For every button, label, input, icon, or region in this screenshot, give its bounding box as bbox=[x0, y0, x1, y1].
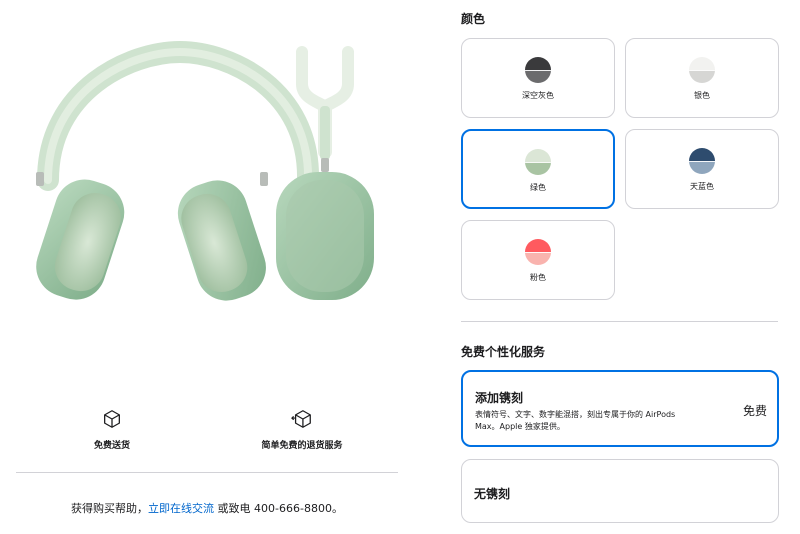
free-delivery-badge: 免费送货 bbox=[32, 408, 192, 451]
free-returns-badge: 简单免费的退货服务 bbox=[222, 408, 382, 451]
box-icon bbox=[104, 410, 120, 428]
color-swatch bbox=[525, 149, 551, 175]
color-option-space-gray[interactable]: 深空灰色 bbox=[461, 38, 615, 118]
color-option-label: 深空灰色 bbox=[522, 91, 554, 100]
color-option-label: 粉色 bbox=[530, 273, 546, 282]
color-swatch bbox=[689, 148, 715, 174]
divider bbox=[16, 472, 398, 473]
purchase-help-text: 获得购买帮助，立即在线交流 或致电 400-666-8800。 bbox=[0, 500, 414, 516]
color-option-label: 绿色 bbox=[530, 183, 546, 192]
help-suffix: 或致电 400-666-8800。 bbox=[214, 502, 343, 515]
color-option-label: 银色 bbox=[694, 91, 710, 100]
color-option-sky-blue[interactable]: 天蓝色 bbox=[625, 129, 779, 209]
divider bbox=[461, 321, 778, 322]
color-option-label: 天蓝色 bbox=[690, 182, 714, 191]
chat-online-link[interactable]: 立即在线交流 bbox=[148, 502, 214, 515]
free-delivery-label: 免费送货 bbox=[93, 441, 130, 451]
color-swatch bbox=[525, 57, 551, 83]
add-engraving-option[interactable]: 添加镌刻 表情符号、文字、数字能混搭，刻出专属于你的 AirPods Max。A… bbox=[461, 370, 779, 447]
color-option-silver[interactable]: 银色 bbox=[625, 38, 779, 118]
product-image bbox=[36, 40, 374, 301]
return-box-icon bbox=[291, 410, 311, 428]
no-engraving-title: 无镌刻 bbox=[474, 487, 511, 501]
color-swatch bbox=[525, 239, 551, 265]
color-option-green[interactable]: 绿色 bbox=[461, 129, 615, 209]
engraving-section-title: 免费个性化服务 bbox=[461, 345, 546, 359]
color-option-pink[interactable]: 粉色 bbox=[461, 220, 615, 300]
free-returns-label: 简单免费的退货服务 bbox=[261, 441, 343, 451]
help-prefix: 获得购买帮助， bbox=[71, 502, 149, 515]
add-engraving-title: 添加镌刻 bbox=[475, 391, 524, 405]
add-engraving-price: 免费 bbox=[742, 404, 767, 418]
add-engraving-description: 表情符号、文字、数字能混搭，刻出专属于你的 AirPods Max。Apple … bbox=[475, 410, 676, 431]
color-section-title: 颜色 bbox=[461, 12, 486, 26]
color-swatch bbox=[689, 57, 715, 83]
no-engraving-option[interactable]: 无镌刻 bbox=[461, 459, 779, 523]
